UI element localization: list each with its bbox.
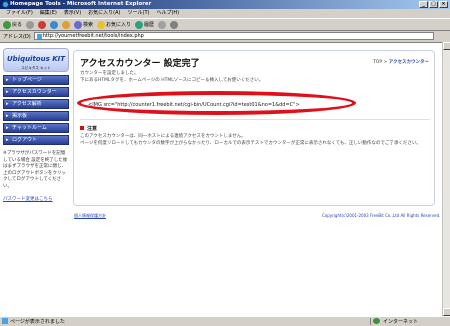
privacy-policy-link[interactable]: 個人情報保護方針 [74, 213, 106, 219]
refresh-button[interactable] [50, 20, 59, 29]
intro-text: カウンターを設定しました。 下にあるHTMLタグを、ホームページの HTMLソー… [80, 71, 263, 84]
sidebar-item-chatroom[interactable]: チャットルーム [3, 123, 69, 133]
breadcrumb-top-link[interactable]: TOP > [373, 60, 387, 65]
close-button[interactable]: × [439, 1, 448, 8]
site-logo[interactable]: Ubiquitous KIT ユビキタス キット [3, 48, 69, 72]
stop-button[interactable] [38, 20, 47, 29]
menu-file[interactable]: ファイル(F) [6, 9, 33, 18]
address-input[interactable]: http://yournetfreebit.net/tools/index.ph… [33, 32, 434, 40]
logo-subtext: ユビキタス キット [21, 66, 51, 70]
status-bar: ページが表示されました インターネット [0, 316, 450, 326]
divider [80, 119, 430, 120]
intro-line-2: 下にあるHTMLタグを、ホームページの HTMLソースにコピー＆挿入してお使いく… [80, 77, 264, 83]
ie-logo-icon [2, 1, 9, 8]
sidebar-nav: トップページ アクセスカウンター アクセス解析 掲示板 チャットルーム ログアウ… [3, 75, 69, 145]
history-button[interactable]: 履歴 [135, 20, 154, 29]
menu-tools[interactable]: ツール(T) [128, 9, 150, 18]
print-button[interactable] [170, 20, 179, 29]
menu-favorites[interactable]: お気に入り(A) [88, 9, 120, 18]
mail-icon [158, 20, 167, 29]
notice-line-2: ページを何度リロードしてもカウンタの数字が上がらなかったり、ローカルでの表示テス… [80, 140, 421, 146]
zone-indicator: インターネット [370, 318, 450, 325]
home-button[interactable] [62, 20, 71, 29]
menu-edit[interactable]: 編集(E) [40, 9, 57, 18]
html-tag-code[interactable]: <IMG src="http://counter1.freebit.net/cg… [82, 99, 428, 111]
window-title: Homepage Tools - Microsoft Internet Expl… [10, 1, 152, 7]
refresh-icon [50, 20, 59, 29]
copyright-text: Copyright(c)2001-2003 FreeBit Co.,Ltd Al… [322, 213, 441, 218]
favorites-star-icon [97, 20, 106, 29]
scroll-down-button[interactable] [443, 308, 450, 316]
main-panel: アクセスカウンター 設定完了 TOP > アクセスカウンター カウンターを設定し… [73, 50, 435, 206]
history-icon [135, 20, 144, 29]
sidebar-item-bbs[interactable]: 掲示板 [3, 111, 69, 121]
forward-arrow-icon [26, 20, 35, 29]
minimize-button[interactable]: _ [419, 1, 428, 8]
print-icon [170, 20, 179, 29]
notice-text: このアクセスカウンターは、同一ホストによる連続アクセスをカウントしません。 ペー… [80, 134, 430, 147]
logo-text: Ubiquitous KIT [6, 55, 66, 63]
sidebar-item-logout[interactable]: ログアウト [3, 135, 69, 145]
address-label: アドレス(D) [3, 33, 31, 40]
logout-note: ※ブラウザがパスワードを記憶している場合 設定を終了した後はまずブラウザを正常に… [3, 151, 68, 189]
sidebar: Ubiquitous KIT ユビキタス キット トップページ アクセスカウンター… [3, 48, 69, 202]
password-change-link[interactable]: パスワード変更はこちら [3, 196, 69, 202]
back-button[interactable]: 戻る [3, 20, 22, 29]
vertical-scrollbar[interactable] [442, 42, 450, 316]
page-title: アクセスカウンター 設定完了 [80, 59, 200, 69]
title-bar: Homepage Tools - Microsoft Internet Expl… [0, 0, 450, 9]
toolbar: 戻る 検索 お気に入り 履歴 [0, 18, 450, 31]
mail-button[interactable] [158, 20, 167, 29]
notice-title: 注意 [80, 125, 97, 132]
menu-help[interactable]: ヘルプ(H) [156, 9, 179, 18]
breadcrumb-current: アクセスカウンター [388, 60, 429, 65]
sidebar-item-top[interactable]: トップページ [3, 75, 69, 85]
sidebar-item-access-analysis[interactable]: アクセス解析 [3, 99, 69, 109]
forward-button[interactable] [26, 20, 35, 29]
menu-view[interactable]: 表示(V) [64, 9, 81, 18]
breadcrumb: TOP > アクセスカウンター [373, 59, 429, 65]
maximize-button[interactable]: □ [429, 1, 438, 8]
home-icon [62, 20, 71, 29]
sidebar-item-access-counter[interactable]: アクセスカウンター [3, 87, 69, 97]
back-arrow-icon [3, 20, 11, 29]
address-bar: アドレス(D) http://yournetfreebit.net/tools/… [0, 31, 450, 41]
search-button[interactable]: 検索 [74, 20, 93, 29]
stop-icon [38, 20, 47, 29]
favorites-button[interactable]: お気に入り [97, 20, 131, 29]
status-text: ページが表示されました [0, 318, 370, 325]
scroll-up-button[interactable] [443, 42, 450, 50]
search-icon [74, 20, 83, 29]
browser-window: Homepage Tools - Microsoft Internet Expl… [0, 0, 450, 326]
menu-bar: ファイル(F) 編集(E) 表示(V) お気に入り(A) ツール(T) ヘルプ(… [0, 9, 450, 18]
